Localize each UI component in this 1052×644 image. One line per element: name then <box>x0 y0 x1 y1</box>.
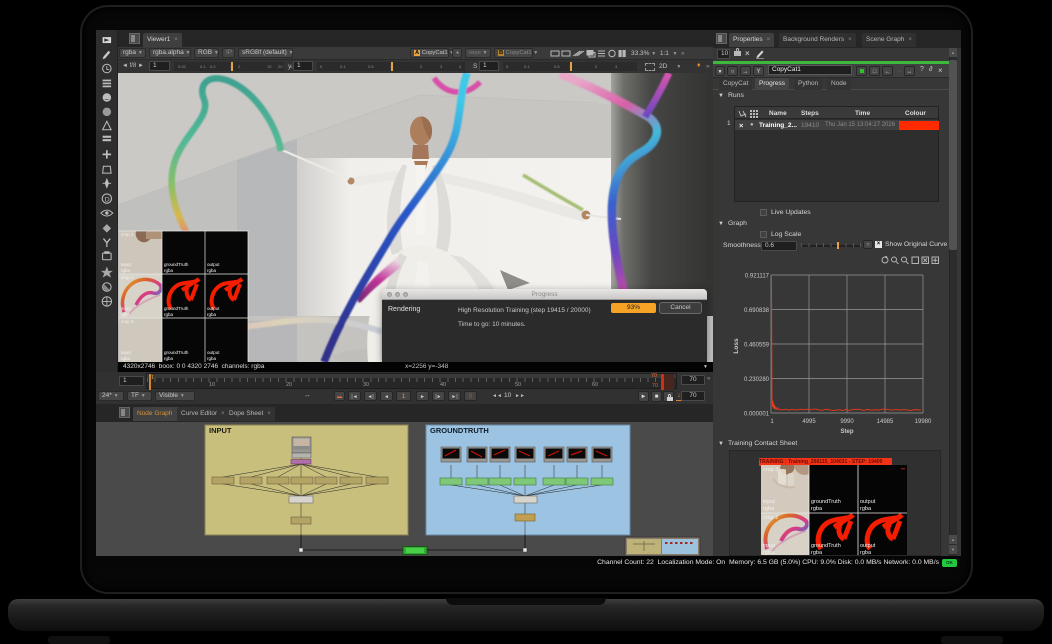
svg-text:0.921117: 0.921117 <box>745 274 770 280</box>
svg-text:rgba: rgba <box>763 506 775 512</box>
svg-text:output: output <box>860 499 876 505</box>
svg-text:crop 3: crop 3 <box>763 467 778 473</box>
svg-text:0.690838: 0.690838 <box>744 308 770 314</box>
svg-text:rgba: rgba <box>121 312 131 317</box>
svg-text:output: output <box>207 350 220 355</box>
svg-text:19980: 19980 <box>915 419 932 425</box>
svg-text:input: input <box>763 543 775 549</box>
svg-text:0.460559: 0.460559 <box>744 343 770 349</box>
svg-text:output: output <box>207 262 220 267</box>
svg-text:groundTruth: groundTruth <box>811 543 841 549</box>
svg-text:crop 3: crop 3 <box>121 319 134 324</box>
svg-text:Loss: Loss <box>733 338 740 354</box>
svg-text:4995: 4995 <box>802 419 816 425</box>
svg-text:groundTruth: groundTruth <box>164 350 189 355</box>
svg-text:rgba: rgba <box>207 268 217 273</box>
svg-text:0.000001: 0.000001 <box>744 412 770 418</box>
svg-text:GROUNDTRUTH: GROUNDTRUTH <box>430 426 489 435</box>
svg-text:rgba: rgba <box>860 506 872 512</box>
svg-text:rgba: rgba <box>164 268 174 273</box>
svg-text:1: 1 <box>770 419 774 425</box>
svg-text:input: input <box>121 262 132 267</box>
svg-text:groundTruth: groundTruth <box>164 306 189 311</box>
svg-text:rgba: rgba <box>811 506 823 512</box>
svg-text:INPUT: INPUT <box>209 426 232 435</box>
svg-text:rgba: rgba <box>164 356 174 361</box>
svg-text:crop 2: crop 2 <box>763 515 778 521</box>
svg-text:0.230280: 0.230280 <box>744 377 770 383</box>
svg-text:input: input <box>763 499 775 505</box>
svg-text:rgba: rgba <box>121 268 131 273</box>
svg-text:groundTruth: groundTruth <box>811 499 841 505</box>
svg-text:output: output <box>207 306 220 311</box>
svg-text:crop 2: crop 2 <box>121 275 134 280</box>
svg-text:rgba: rgba <box>121 356 131 361</box>
svg-text:9990: 9990 <box>840 419 854 425</box>
svg-text:rgba: rgba <box>164 312 174 317</box>
svg-text:groundTruth: groundTruth <box>164 262 189 267</box>
svg-text:14985: 14985 <box>877 419 894 425</box>
svg-text:rgba: rgba <box>207 356 217 361</box>
svg-text:input: input <box>121 306 132 311</box>
svg-text:input: input <box>121 350 132 355</box>
svg-text:Step: Step <box>840 429 853 435</box>
svg-text:rgba: rgba <box>207 312 217 317</box>
svg-text:crop 1: crop 1 <box>121 232 134 237</box>
svg-text:D: D <box>105 197 110 204</box>
svg-text:output: output <box>860 543 876 549</box>
